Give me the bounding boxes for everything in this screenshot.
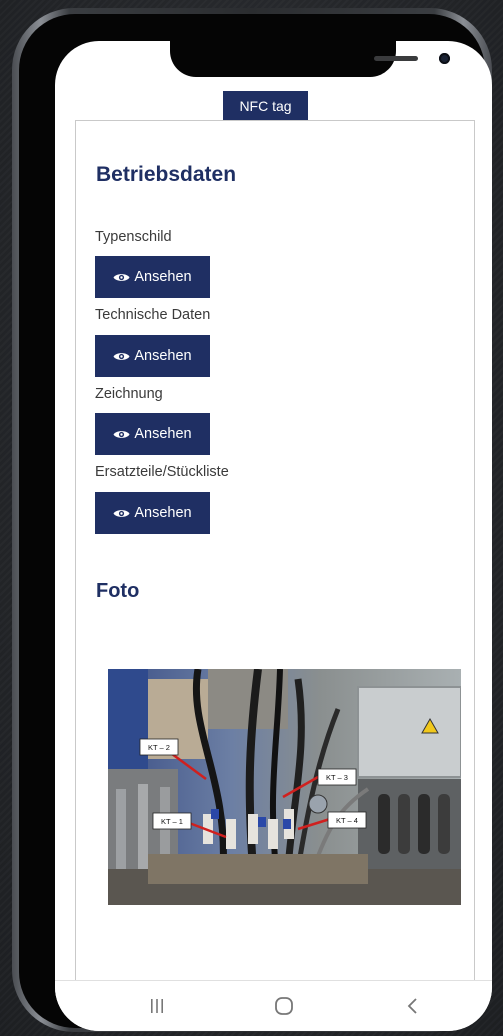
phone-bezel: NFC tag Betriebsdaten Typenschild Ansehe… (19, 14, 492, 1031)
machine-photo[interactable]: KT – 2 KT – 3 KT – 1 KT – 4 (108, 669, 461, 905)
content-card: Betriebsdaten Typenschild Ansehen Techni… (75, 120, 475, 981)
callout-kt2: KT – 2 (148, 743, 170, 752)
view-button-label: Ansehen (134, 348, 192, 364)
section-title-operating-data: Betriebsdaten (96, 163, 237, 186)
back-button[interactable] (398, 993, 428, 1019)
nfc-tag-tab[interactable]: NFC tag (223, 91, 308, 120)
home-icon (275, 997, 293, 1015)
home-button[interactable] (269, 993, 299, 1019)
view-nameplate-button[interactable]: Ansehen (95, 256, 210, 298)
recent-apps-icon (151, 999, 163, 1013)
label-technical-data: Technische Daten (95, 307, 211, 323)
callout-kt3: KT – 3 (326, 773, 348, 782)
callout-kt4: KT – 4 (336, 816, 358, 825)
camera (439, 53, 450, 64)
android-nav-bar (55, 980, 492, 1031)
machine-photo-illustration: KT – 2 KT – 3 KT – 1 KT – 4 (108, 669, 461, 905)
label-drawing: Zeichnung (95, 386, 163, 402)
notch (170, 41, 450, 77)
eye-icon (113, 352, 130, 360)
phone-screen: NFC tag Betriebsdaten Typenschild Ansehe… (55, 41, 492, 1031)
eye-icon (113, 509, 130, 517)
view-button-label: Ansehen (134, 505, 192, 521)
label-spare-parts: Ersatzteile/Stückliste (95, 464, 229, 480)
section-title-photo: Foto (96, 580, 140, 602)
view-button-label: Ansehen (134, 269, 192, 285)
label-nameplate: Typenschild (95, 229, 172, 245)
view-drawing-button[interactable]: Ansehen (95, 413, 210, 455)
eye-icon (113, 430, 130, 438)
callout-kt1: KT – 1 (161, 817, 183, 826)
view-spare-parts-button[interactable]: Ansehen (95, 492, 210, 534)
view-button-label: Ansehen (134, 426, 192, 442)
back-icon (407, 998, 417, 1014)
recent-apps-button[interactable] (142, 993, 172, 1019)
speaker (374, 56, 418, 61)
view-technical-data-button[interactable]: Ansehen (95, 335, 210, 377)
eye-icon (113, 273, 130, 281)
